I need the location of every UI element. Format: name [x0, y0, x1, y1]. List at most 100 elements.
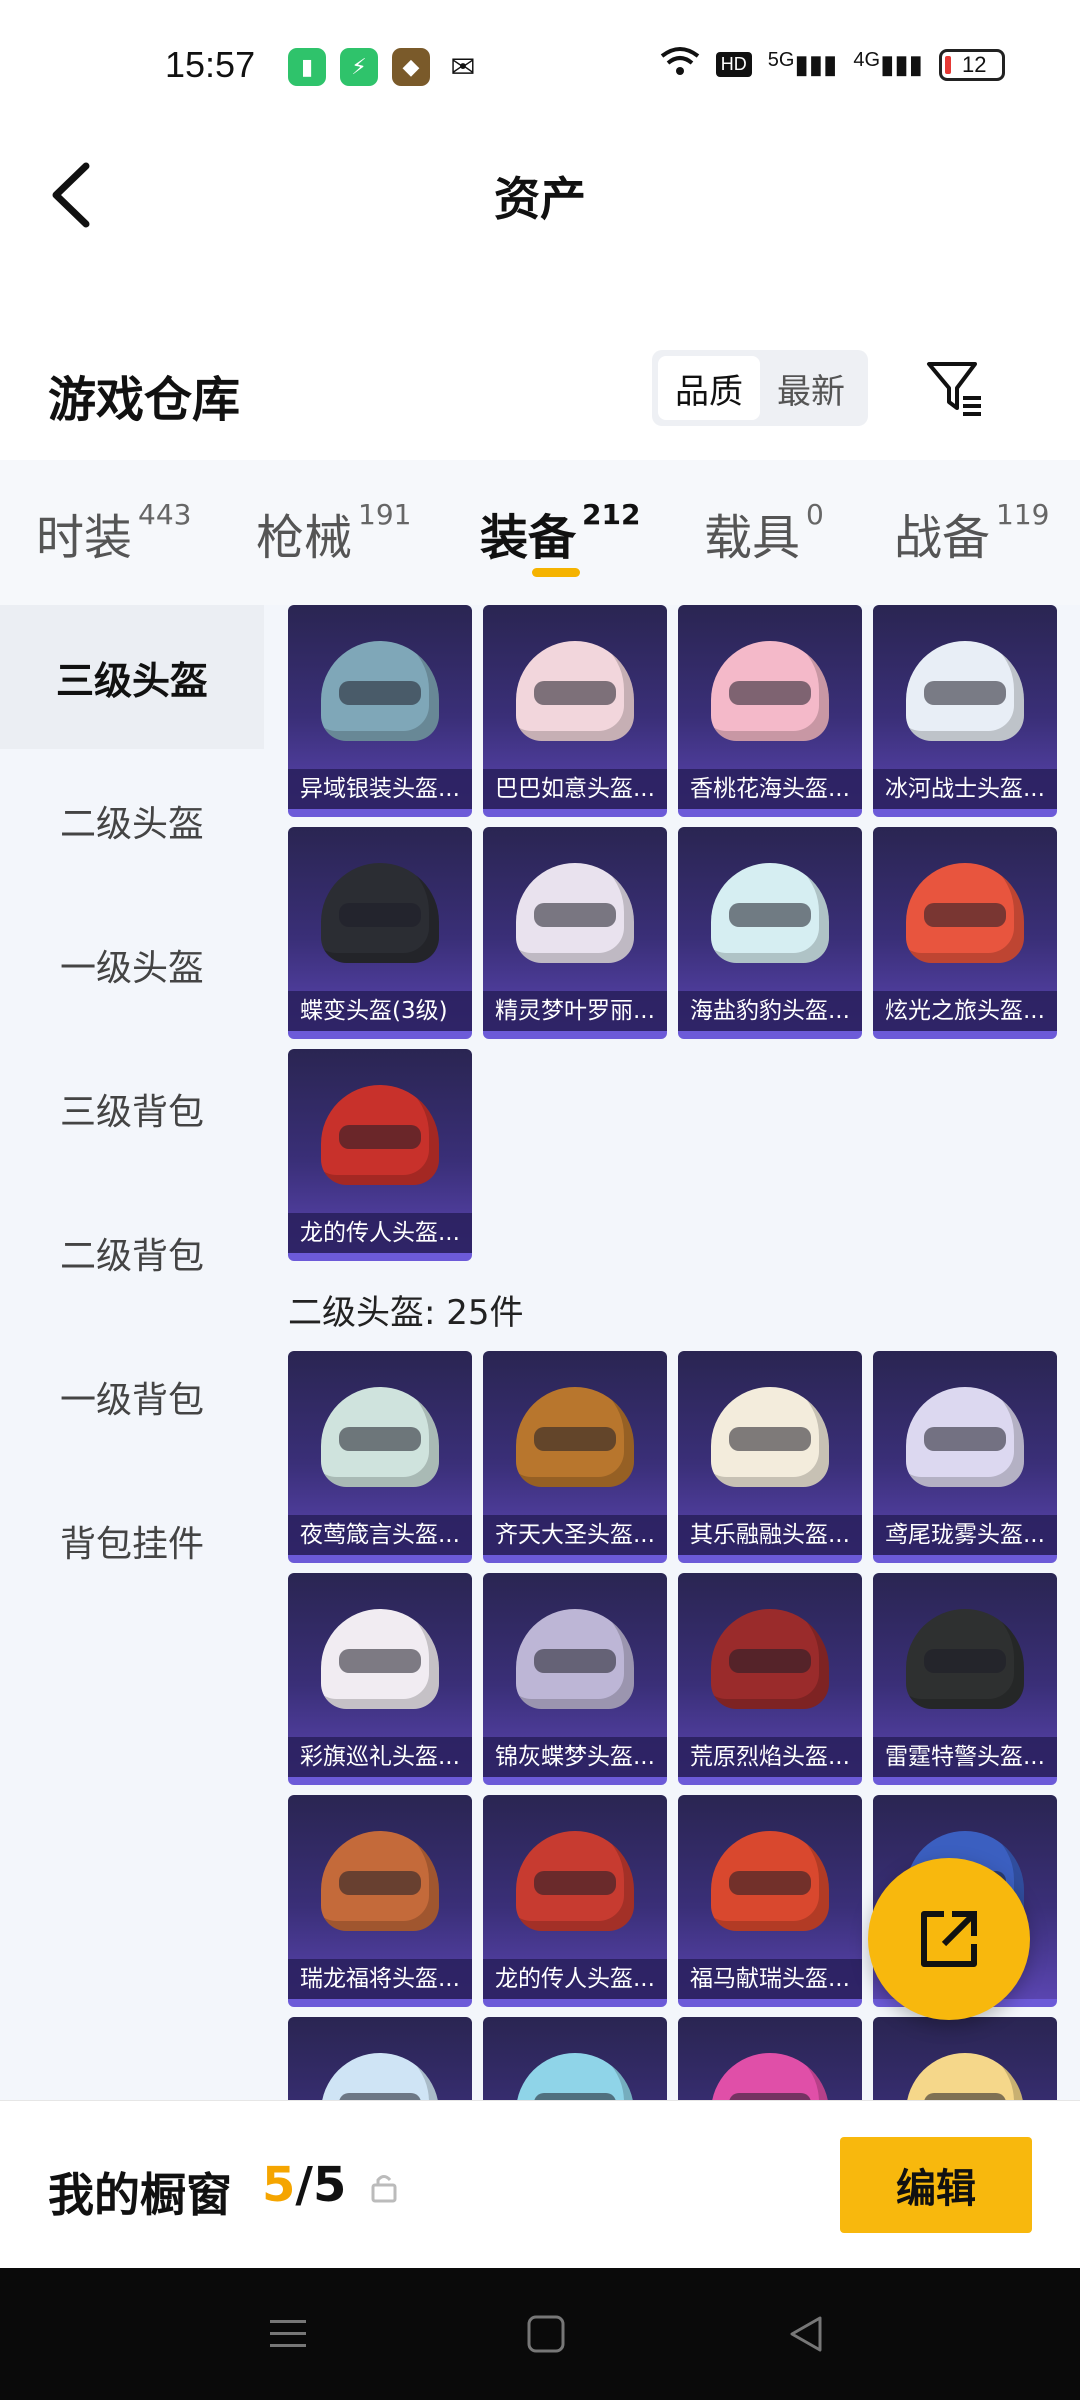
- game-app-icon: ◆: [392, 48, 430, 86]
- item-card[interactable]: 炫光之旅头盔...: [873, 827, 1057, 1039]
- item-name: 齐天大圣头盔...: [483, 1515, 667, 1555]
- item-image: [678, 827, 862, 999]
- item-card[interactable]: 齐天大圣头盔...: [483, 1351, 667, 1563]
- filter-button[interactable]: [920, 350, 990, 426]
- item-image: [483, 1351, 667, 1523]
- helmet-icon: [711, 1831, 829, 1931]
- item-image: [288, 1351, 472, 1523]
- item-card[interactable]: 彩旗巡礼头盔...: [288, 1573, 472, 1785]
- item-name: 鸢尾珑雾头盔...: [873, 1515, 1057, 1555]
- item-image: [873, 605, 1057, 777]
- showcase-label: 我的橱窗: [48, 2168, 232, 2222]
- sidebar-item-lvl1-helmet[interactable]: 一级头盔: [0, 893, 264, 1037]
- menu-icon[interactable]: [266, 2312, 310, 2360]
- helmet-icon: [711, 1609, 829, 1709]
- item-card[interactable]: 龙的传人头盔...: [483, 1795, 667, 2007]
- signal-5g-icon: 5G▮▮▮: [767, 49, 838, 79]
- item-name: 夜莺箴言头盔...: [288, 1515, 472, 1555]
- sidebar-item-lvl1-backpack[interactable]: 一级背包: [0, 1325, 264, 1469]
- edit-button[interactable]: 编辑: [840, 2137, 1032, 2233]
- item-card[interactable]: 夜莺箴言头盔...: [288, 1351, 472, 1563]
- item-card[interactable]: [288, 2017, 472, 2100]
- sort-quality-option[interactable]: 品质: [658, 356, 760, 420]
- item-name: 福马献瑞头盔...: [678, 1959, 862, 1999]
- item-card[interactable]: 鸢尾珑雾头盔...: [873, 1351, 1057, 1563]
- item-card[interactable]: 其乐融融头盔...: [678, 1351, 862, 1563]
- item-card[interactable]: [678, 2017, 862, 2100]
- power-app-icon: ⚡: [340, 48, 378, 86]
- item-card[interactable]: 锦灰蝶梦头盔...: [483, 1573, 667, 1785]
- item-card[interactable]: 异域银装头盔...: [288, 605, 472, 817]
- showcase-bar: 我的橱窗 5/5 编辑: [0, 2100, 1080, 2268]
- sort-latest-option[interactable]: 最新: [760, 356, 862, 420]
- tab-vehicles[interactable]: 载具 0: [704, 498, 824, 568]
- item-card[interactable]: 荒原烈焰头盔...: [678, 1573, 862, 1785]
- helmet-icon: [516, 2053, 634, 2100]
- item-card[interactable]: [483, 2017, 667, 2100]
- helmet-icon: [711, 641, 829, 741]
- share-fab-button[interactable]: [868, 1858, 1030, 2020]
- item-image: [873, 1573, 1057, 1745]
- back-nav-icon[interactable]: [784, 2312, 828, 2360]
- sidebar-item-backpack-pendant[interactable]: 背包挂件: [0, 1469, 264, 1613]
- helmet-icon: [321, 1609, 439, 1709]
- helmet-icon: [711, 1387, 829, 1487]
- system-navigation-bar: [0, 2268, 1080, 2400]
- item-name: 蝶变头盔(3级): [288, 991, 472, 1031]
- tab-firearms[interactable]: 枪械 191: [256, 498, 411, 568]
- item-card[interactable]: 香桃花海头盔...: [678, 605, 862, 817]
- status-time: 15:57: [165, 44, 256, 85]
- item-name: 其乐融融头盔...: [678, 1515, 862, 1555]
- share-icon: [921, 1911, 977, 1967]
- item-card[interactable]: 海盐豹豹头盔...: [678, 827, 862, 1039]
- home-icon[interactable]: [524, 2312, 568, 2360]
- item-card[interactable]: 龙的传人头盔...: [288, 1049, 472, 1261]
- helmet-icon: [711, 863, 829, 963]
- item-name: 龙的传人头盔...: [483, 1959, 667, 1999]
- sidebar-item-lvl2-helmet[interactable]: 二级头盔: [0, 749, 264, 893]
- item-name: 异域银装头盔...: [288, 769, 472, 809]
- helmet-icon: [906, 2053, 1024, 2100]
- item-card[interactable]: 福马献瑞头盔...: [678, 1795, 862, 2007]
- item-card[interactable]: 冰河战士头盔...: [873, 605, 1057, 817]
- item-card[interactable]: 雷霆特警头盔...: [873, 1573, 1057, 1785]
- item-card[interactable]: [873, 2017, 1057, 2100]
- showcase-count: 5/5: [262, 2157, 347, 2213]
- sidebar-item-lvl3-helmet[interactable]: 三级头盔: [0, 605, 264, 749]
- helmet-icon: [906, 641, 1024, 741]
- item-image: [873, 2017, 1057, 2100]
- item-card[interactable]: 巴巴如意头盔...: [483, 605, 667, 817]
- helmet-icon: [711, 2053, 829, 2100]
- helmet-icon: [516, 863, 634, 963]
- item-name: 精灵梦叶罗丽...: [483, 991, 667, 1031]
- item-name: 冰河战士头盔...: [873, 769, 1057, 809]
- sidebar-item-lvl3-backpack[interactable]: 三级背包: [0, 1037, 264, 1181]
- item-image: [678, 605, 862, 777]
- status-indicators: HD 5G▮▮▮ 4G▮▮▮ 12: [660, 46, 1005, 83]
- helmet-icon: [321, 863, 439, 963]
- sort-toggle: 品质 最新: [652, 350, 868, 426]
- battery-app-icon: ▮: [288, 48, 326, 86]
- item-image: [483, 1573, 667, 1745]
- helmet-icon: [516, 1831, 634, 1931]
- helmet-icon: [321, 2053, 439, 2100]
- item-name: 彩旗巡礼头盔...: [288, 1737, 472, 1777]
- item-name: 荒原烈焰头盔...: [678, 1737, 862, 1777]
- item-image: [288, 1049, 472, 1221]
- top-nav: 资产: [0, 135, 1080, 255]
- sidebar-item-lvl2-backpack[interactable]: 二级背包: [0, 1181, 264, 1325]
- item-card[interactable]: 蝶变头盔(3级): [288, 827, 472, 1039]
- item-card[interactable]: 瑞龙福将头盔...: [288, 1795, 472, 2007]
- page-title: 资产: [494, 172, 586, 226]
- item-image: [483, 2017, 667, 2100]
- tab-supplies[interactable]: 战备 119: [894, 498, 1049, 568]
- item-image: [873, 1351, 1057, 1523]
- status-bar: 15:57 ▮ ⚡ ◆ ✉ HD 5G▮▮▮ 4G▮▮▮ 12: [0, 0, 1080, 135]
- tab-equipment[interactable]: 装备 212: [480, 498, 640, 568]
- tab-fashion[interactable]: 时装 443: [36, 498, 191, 568]
- section-title-lvl2-helmet: 二级头盔: 25件: [288, 1293, 524, 1333]
- item-card[interactable]: 精灵梦叶罗丽...: [483, 827, 667, 1039]
- helmet-icon: [321, 1387, 439, 1487]
- item-name: 锦灰蝶梦头盔...: [483, 1737, 667, 1777]
- item-image: [483, 1795, 667, 1967]
